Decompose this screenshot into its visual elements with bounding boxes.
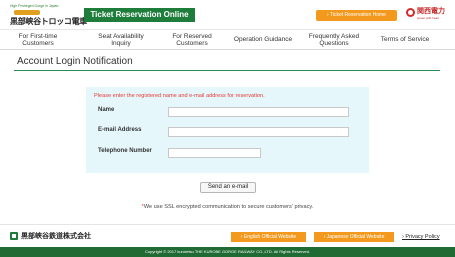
ticket-reservation-home-button[interactable]: › Ticket Reservation Home [316, 10, 397, 21]
partner-logo[interactable]: 関西電力 power with heart [406, 6, 448, 24]
japanese-official-website-button[interactable]: › Japanese Official Website [314, 232, 394, 242]
english-official-website-button[interactable]: › English Official Website [231, 232, 306, 242]
ssl-note-text: We use SSL encrypted communication to se… [143, 204, 314, 210]
send-email-button[interactable]: Send an e-mail [200, 182, 256, 193]
login-form: Please enter the registered name and e-m… [86, 87, 369, 173]
page-title: Account Login Notification [17, 56, 133, 67]
trolley-train-icon [14, 10, 40, 15]
privacy-label: Privacy Policy [405, 234, 440, 240]
name-field[interactable] [168, 107, 349, 117]
site-logo[interactable]: High Privileged Gorge in Japan 黒部峡谷トロッコ電… [10, 4, 87, 26]
ticket-home-label: Ticket Reservation Home [330, 12, 386, 18]
email-label: E-mail Address [98, 127, 142, 133]
company-mark-icon [10, 232, 18, 240]
main-nav: For First-time Customers Seat Availabili… [0, 29, 455, 50]
brand-title: Ticket Reservation Online [84, 8, 195, 22]
nav-item-first-time[interactable]: For First-time Customers [12, 30, 64, 49]
name-label: Name [98, 107, 115, 113]
phone-label: Telephone Number [98, 148, 152, 154]
nav-item-terms[interactable]: Terms of Service [372, 30, 438, 49]
phone-field[interactable] [168, 148, 261, 158]
logo-name: 黒部峡谷トロッコ電車 [10, 16, 87, 26]
kepco-mark-icon [406, 8, 415, 17]
nav-item-reserved[interactable]: For Reserved Customers [162, 30, 222, 49]
nav-item-faq[interactable]: Frequently Asked Questions [302, 30, 366, 49]
copyright: Copyright © 2017 kurotetsu THE KUROBE GO… [0, 247, 455, 257]
ssl-note: *We use SSL encrypted communication to s… [0, 204, 455, 210]
logo-tagline: High Privileged Gorge in Japan [10, 4, 59, 8]
company-name: 黒部峡谷鉄道株式会社 [21, 233, 91, 240]
partner-logo-text: 関西電力 [417, 8, 445, 15]
company-logo[interactable]: 黒部峡谷鉄道株式会社 [10, 231, 105, 241]
title-divider [14, 70, 440, 71]
official-jp-label: Japanese Official Website [326, 234, 385, 240]
site-header: High Privileged Gorge in Japan 黒部峡谷トロッコ電… [0, 0, 455, 29]
form-instruction: Please enter the registered name and e-m… [94, 93, 265, 99]
footer-divider [0, 224, 455, 225]
official-en-label: English Official Website [243, 234, 297, 240]
partner-logo-sub: power with heart [417, 16, 440, 20]
privacy-policy-link[interactable]: › Privacy Policy [402, 232, 440, 242]
nav-item-seat-availability[interactable]: Seat Availability Inquiry [90, 30, 152, 49]
nav-item-operation[interactable]: Operation Guidance [228, 30, 298, 49]
email-field[interactable] [168, 127, 349, 137]
